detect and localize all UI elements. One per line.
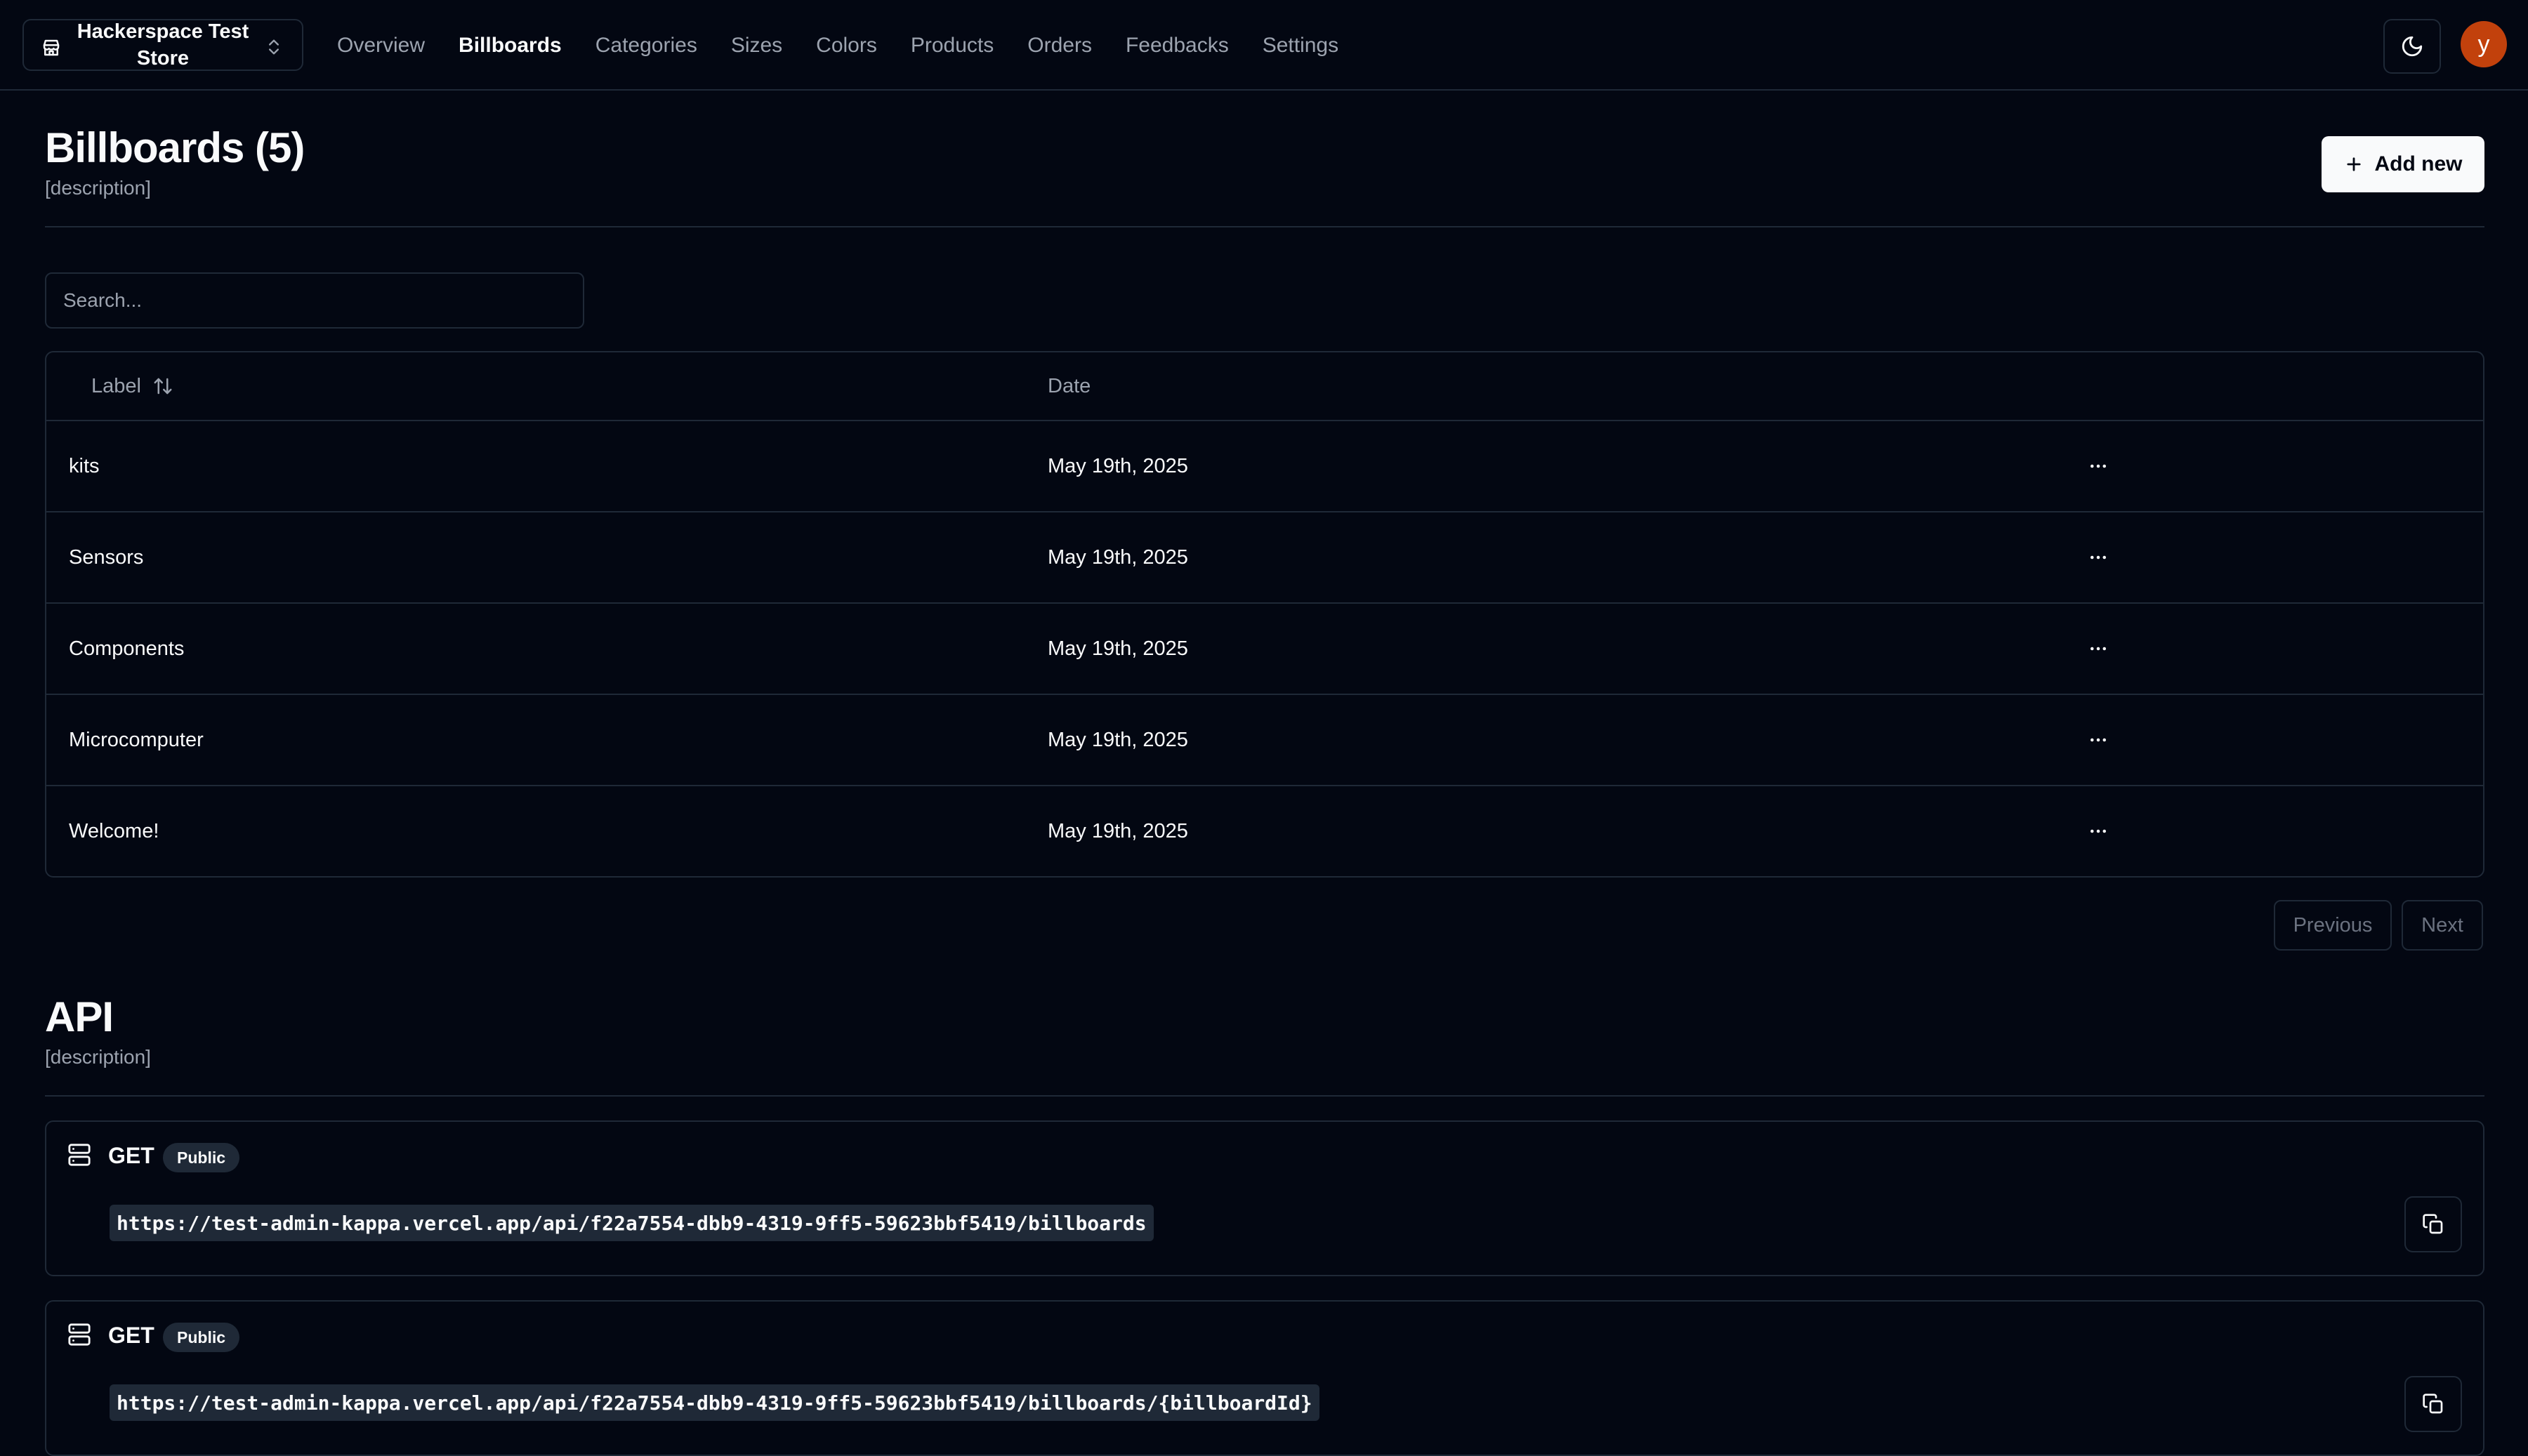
label-column-title: Label: [91, 374, 141, 397]
nav-categories[interactable]: Categories: [595, 34, 697, 58]
more-horizontal-icon: [2091, 464, 2106, 468]
moon-icon: [2402, 36, 2423, 57]
row-date: May 19th, 2025: [1048, 454, 1188, 477]
billboards-table: Label Date kits May 19th, 2025 Sensors M…: [45, 351, 2484, 878]
row-date: May 19th, 2025: [1048, 637, 1188, 660]
previous-label: Previous: [2293, 913, 2373, 937]
more-horizontal-icon: [2091, 738, 2106, 742]
copy-url-button[interactable]: [2404, 1196, 2462, 1252]
table-row: Microcomputer May 19th, 2025: [46, 695, 2483, 786]
table-header: Label Date: [46, 352, 2483, 421]
access-badge: Public: [163, 1143, 240, 1172]
copy-icon: [2423, 1394, 2443, 1414]
row-actions-button[interactable]: [2081, 633, 2115, 664]
table-row: Welcome! May 19th, 2025: [46, 786, 2483, 876]
row-actions-button[interactable]: [2081, 542, 2115, 573]
nav-orders[interactable]: Orders: [1027, 34, 1092, 58]
table-row: Sensors May 19th, 2025: [46, 512, 2483, 604]
row-label: Sensors: [69, 545, 144, 569]
divider: [45, 226, 2484, 227]
row-actions-button[interactable]: [2081, 816, 2115, 847]
previous-page-button[interactable]: Previous: [2274, 900, 2392, 951]
store-switcher[interactable]: Hackerspace Test Store: [22, 19, 303, 71]
divider: [45, 1095, 2484, 1097]
top-navbar: Hackerspace Test Store Overview Billboar…: [0, 0, 2528, 91]
row-date: May 19th, 2025: [1048, 728, 1188, 751]
avatar-initial: y: [2477, 30, 2490, 58]
row-label: Welcome!: [69, 819, 159, 842]
row-actions-button[interactable]: [2081, 724, 2115, 755]
theme-toggle-button[interactable]: [2383, 19, 2441, 74]
api-section-title: API: [45, 993, 114, 1040]
copy-icon: [2423, 1214, 2443, 1234]
sort-icon: [154, 378, 172, 395]
api-section-description: [description]: [45, 1046, 151, 1068]
endpoint-url: https://test-admin-kappa.vercel.app/api/…: [110, 1384, 1319, 1421]
row-actions-button[interactable]: [2081, 451, 2115, 482]
page-title: Billboards (5): [45, 124, 305, 171]
endpoint-url: https://test-admin-kappa.vercel.app/api/…: [110, 1205, 1154, 1241]
date-column-header: Date: [1048, 352, 1091, 420]
more-horizontal-icon: [2091, 555, 2106, 560]
access-badge: Public: [163, 1323, 240, 1352]
store-name: Hackerspace Test Store: [77, 20, 249, 70]
server-icon: [68, 1144, 91, 1166]
more-horizontal-icon: [2091, 829, 2106, 833]
http-method: GET: [108, 1143, 154, 1168]
add-new-button[interactable]: Add new: [2322, 136, 2484, 192]
main-nav: Overview Billboards Categories Sizes Col…: [337, 0, 1338, 91]
nav-overview[interactable]: Overview: [337, 34, 425, 58]
nav-feedbacks[interactable]: Feedbacks: [1126, 34, 1229, 58]
nav-colors[interactable]: Colors: [816, 34, 877, 58]
row-label: Components: [69, 637, 185, 660]
api-endpoint-card: GET Public https://test-admin-kappa.verc…: [45, 1300, 2484, 1456]
more-horizontal-icon: [2091, 647, 2106, 651]
add-new-label: Add new: [2374, 152, 2463, 176]
nav-billboards[interactable]: Billboards: [459, 34, 562, 58]
next-page-button[interactable]: Next: [2402, 900, 2483, 951]
label-column-header[interactable]: Label: [91, 352, 173, 420]
row-date: May 19th, 2025: [1048, 819, 1188, 842]
table-row: Components May 19th, 2025: [46, 604, 2483, 695]
user-avatar[interactable]: y: [2461, 21, 2507, 67]
search-input[interactable]: [45, 272, 584, 329]
api-endpoint-card: GET Public https://test-admin-kappa.verc…: [45, 1120, 2484, 1276]
nav-settings[interactable]: Settings: [1263, 34, 1338, 58]
table-row: kits May 19th, 2025: [46, 421, 2483, 512]
next-label: Next: [2421, 913, 2463, 937]
server-icon: [68, 1323, 91, 1346]
row-date: May 19th, 2025: [1048, 545, 1188, 569]
row-label: Microcomputer: [69, 728, 204, 751]
http-method: GET: [108, 1323, 154, 1348]
copy-url-button[interactable]: [2404, 1376, 2462, 1432]
nav-sizes[interactable]: Sizes: [731, 34, 782, 58]
nav-products[interactable]: Products: [911, 34, 994, 58]
plus-icon: [2346, 157, 2361, 171]
store-icon: [43, 39, 60, 56]
row-label: kits: [69, 454, 100, 477]
chevrons-up-down-icon: [269, 39, 279, 55]
date-column-title: Date: [1048, 374, 1091, 397]
page-description: [description]: [45, 177, 151, 199]
